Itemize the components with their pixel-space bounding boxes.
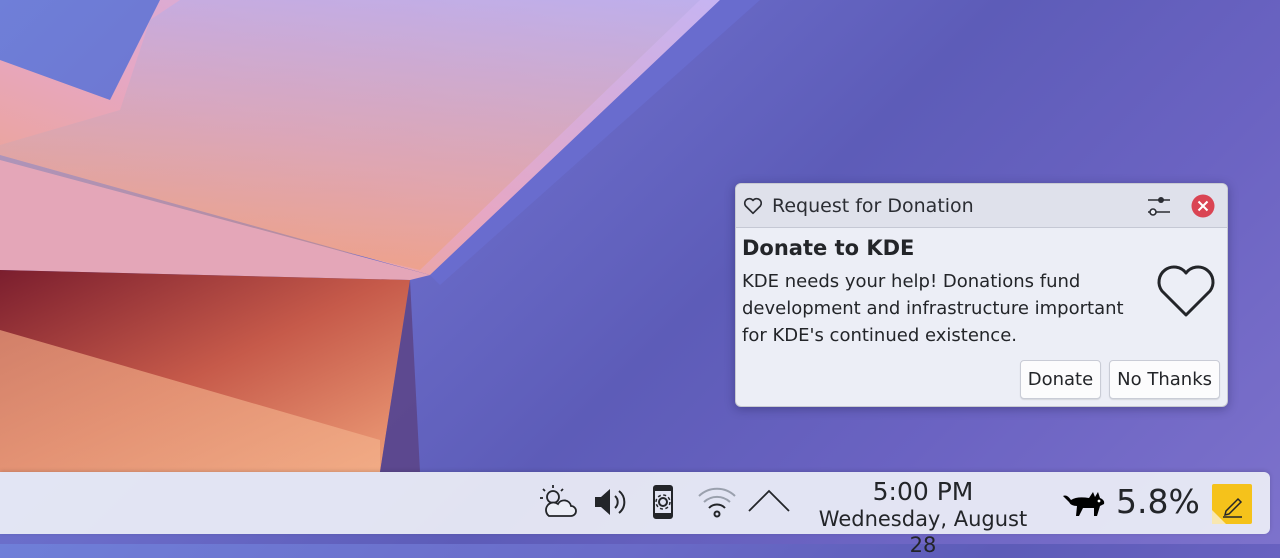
clock-time: 5:00 PM <box>872 477 974 506</box>
notification-header: Request for Donation <box>736 184 1227 228</box>
notification-close-button[interactable] <box>1187 190 1219 222</box>
notification-actions: Donate No Thanks <box>1019 360 1220 399</box>
notification-text: KDE needs your help! Donations fund deve… <box>742 271 1124 346</box>
notification-app-title: Request for Donation <box>772 194 974 217</box>
taskbar-panel: 5:00 PM Wednesday, August 28 5.8% <box>0 472 1270 557</box>
kde-connect-icon[interactable] <box>643 482 683 522</box>
heart-icon <box>1157 265 1215 317</box>
notification-heading: Donate to KDE <box>742 236 915 260</box>
pencil-icon <box>1212 497 1243 524</box>
sliders-icon <box>1148 196 1170 216</box>
cpu-usage-value: 5.8% <box>1116 482 1200 521</box>
sticky-note-widget[interactable] <box>1212 484 1252 524</box>
donate-button[interactable]: Donate <box>1019 360 1102 399</box>
expand-arrow-icon[interactable] <box>746 482 792 522</box>
notification-settings-button[interactable] <box>1143 190 1175 222</box>
cat-icon[interactable] <box>1060 482 1108 522</box>
weather-icon[interactable] <box>538 482 578 522</box>
volume-icon[interactable] <box>590 482 630 522</box>
close-icon <box>1191 194 1215 217</box>
notification-body: Donate to KDE KDE needs your help! Donat… <box>736 228 1227 349</box>
donation-notification: Request for Donation Donate to KDE KDE n… <box>735 183 1228 407</box>
clock-date: Wednesday, August 28 <box>818 507 1028 557</box>
digital-clock[interactable]: 5:00 PM Wednesday, August 28 <box>803 478 1043 558</box>
no-thanks-button[interactable]: No Thanks <box>1109 360 1220 399</box>
heart-icon <box>743 197 763 214</box>
wifi-icon[interactable] <box>696 482 738 522</box>
